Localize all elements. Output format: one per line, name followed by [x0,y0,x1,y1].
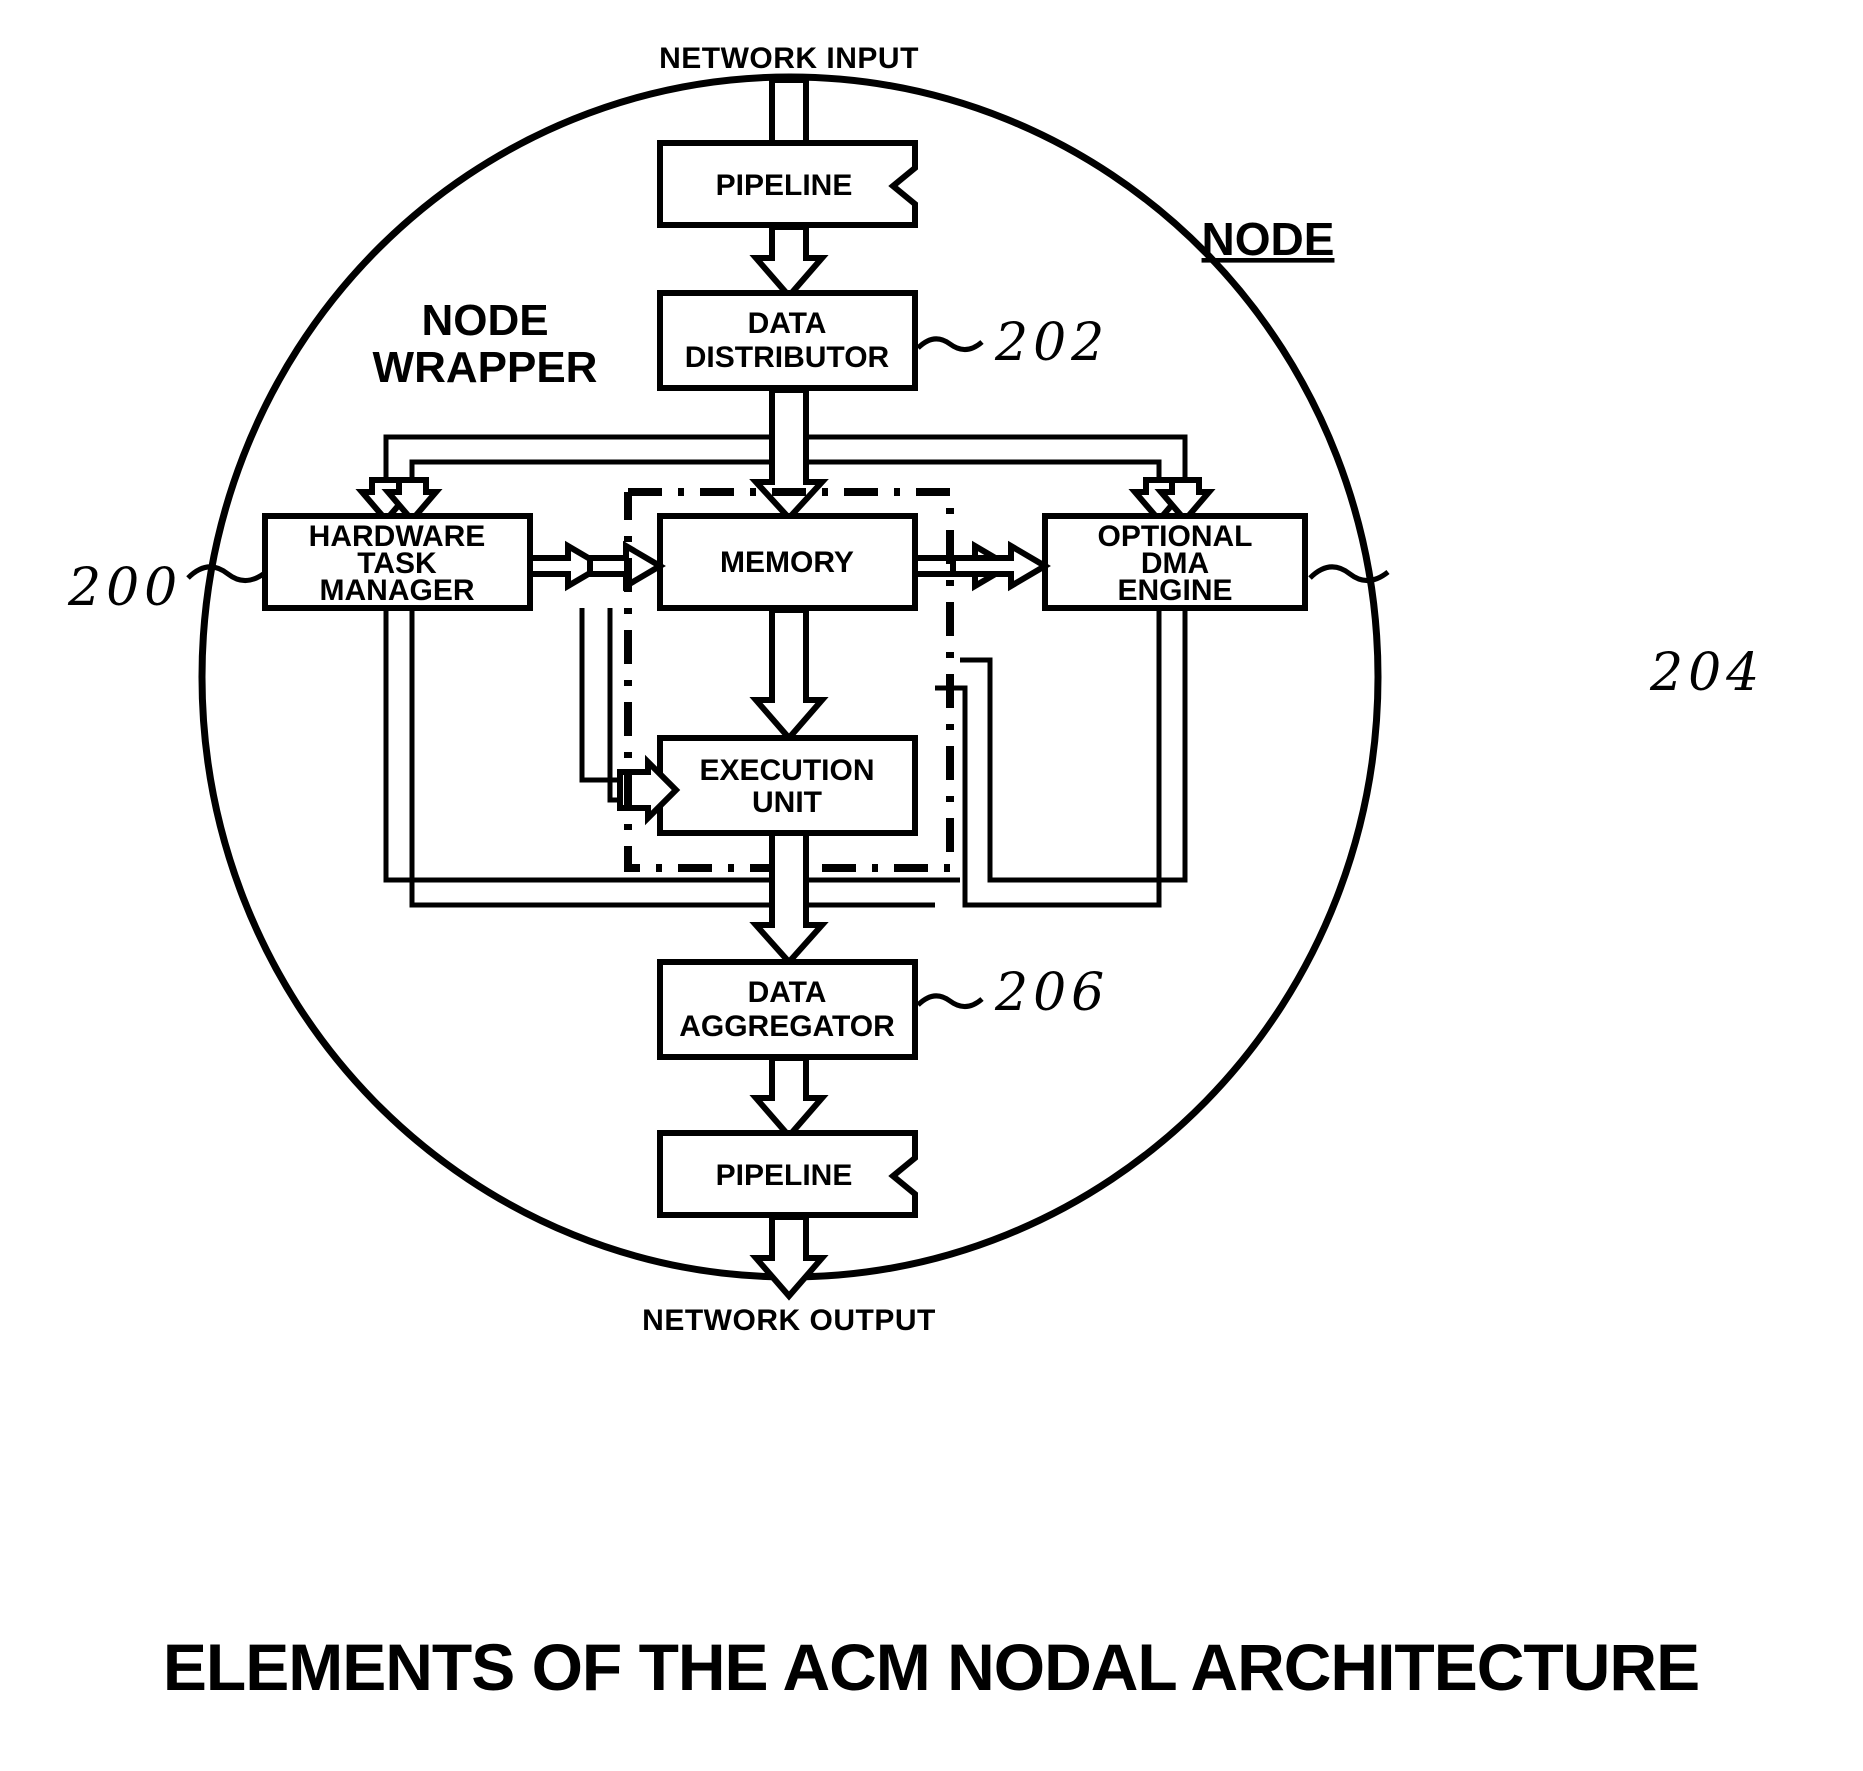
ref-200-numeral: 200 [67,558,182,618]
network-input-label: NETWORK INPUT [659,42,919,75]
ref-204-numeral: 204 [1649,643,1764,703]
execution-unit-label-line1: EXECUTION [699,754,874,787]
acm-nodal-architecture-figure: NETWORK INPUT NODE NODE WRAPPER PIPELINE… [67,42,1764,1704]
optional-dma-engine-label-line3: ENGINE [1117,574,1232,607]
data-distributor-label-line1: DATA [748,307,827,340]
memory-label: MEMORY [720,546,854,579]
figure-title: ELEMENTS OF THE ACM NODAL ARCHITECTURE [163,1630,1699,1704]
ref-206-numeral: 206 [994,963,1109,1023]
network-output-label: NETWORK OUTPUT [642,1304,936,1337]
data-distributor-label-line2: DISTRIBUTOR [685,341,890,374]
node-label: NODE [1202,213,1335,265]
figure-canvas: NETWORK INPUT NODE NODE WRAPPER PIPELINE… [0,0,1863,1771]
node-wrapper-label-line1: NODE [421,296,548,345]
data-aggregator-label-line2: AGGREGATOR [679,1010,895,1043]
pipeline-top-label: PIPELINE [716,169,853,202]
node-wrapper-label-line2: WRAPPER [373,343,598,392]
data-aggregator-label-line1: DATA [748,976,827,1009]
pipeline-bottom-label: PIPELINE [716,1159,853,1192]
execution-unit-label-line2: UNIT [752,786,822,819]
hardware-task-manager-label-line3: MANAGER [320,574,475,607]
ref-202-numeral: 202 [994,313,1109,373]
